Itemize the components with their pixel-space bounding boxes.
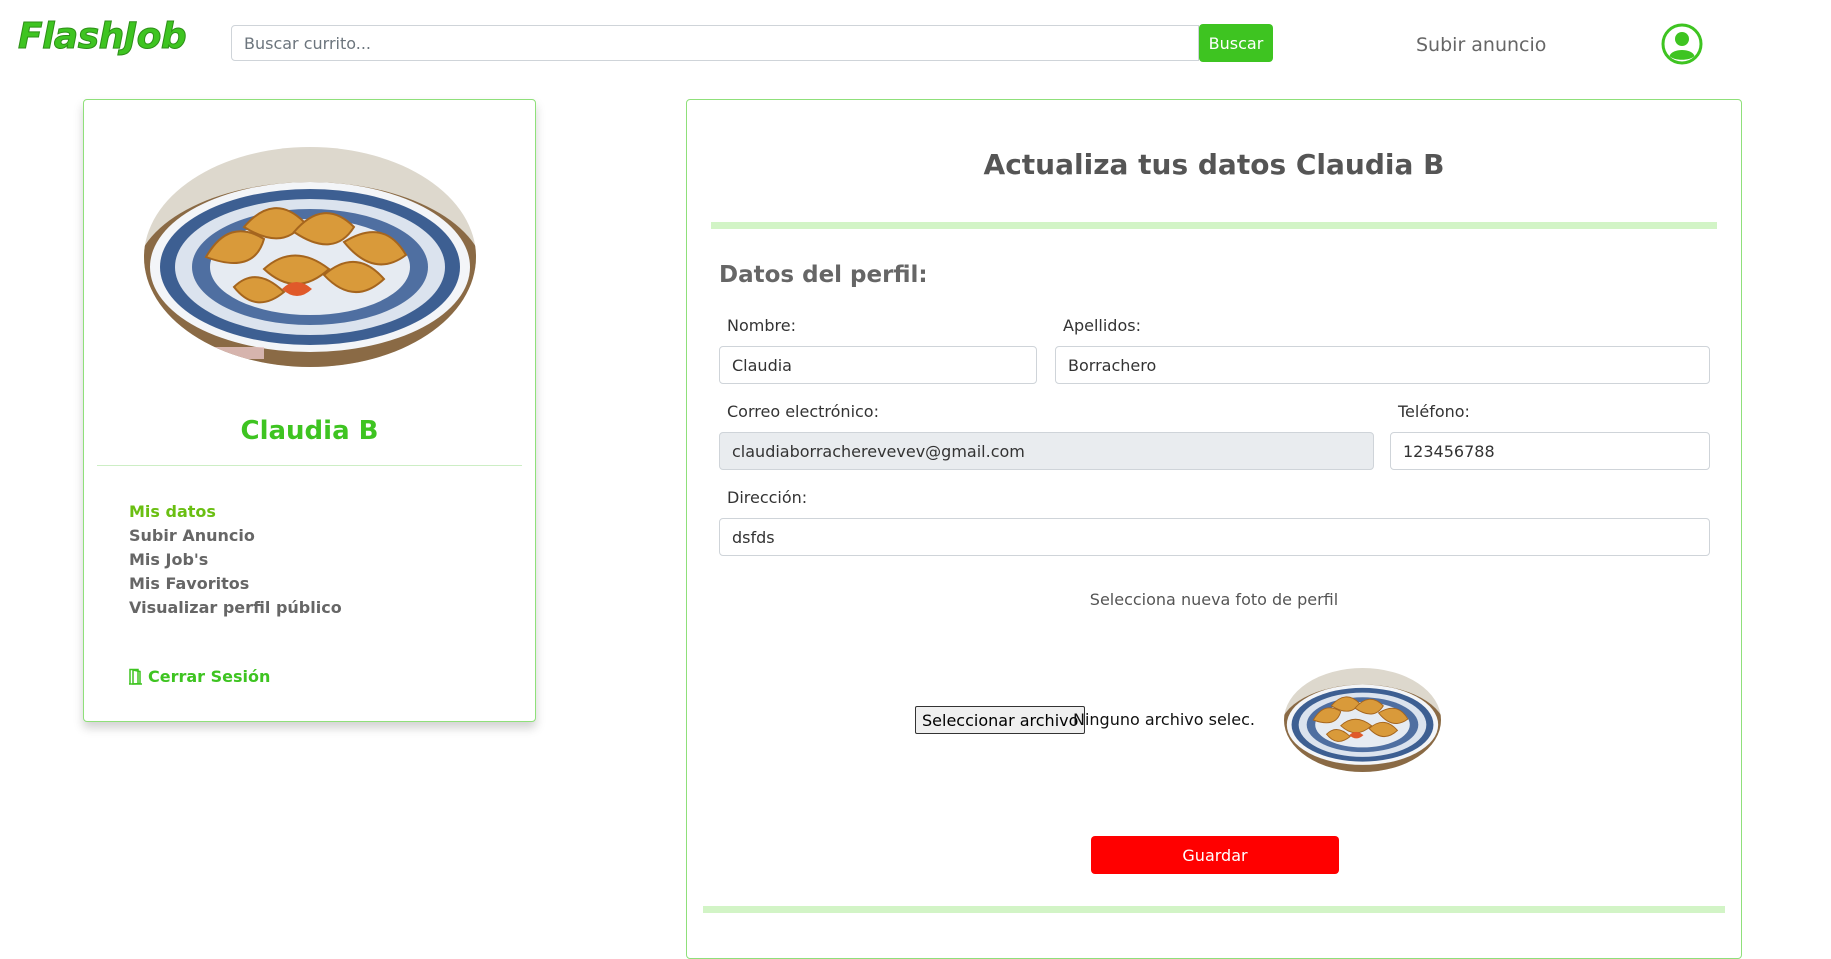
menu-item-mis-jobs[interactable]: Mis Job's: [129, 548, 342, 572]
nombre-label: Nombre:: [727, 316, 796, 335]
file-status: Ninguno archivo selec.: [1073, 710, 1255, 729]
profile-divider: [97, 465, 522, 466]
direccion-label: Dirección:: [727, 488, 808, 507]
search-button[interactable]: Buscar: [1199, 24, 1273, 62]
search-input[interactable]: [231, 25, 1199, 61]
profile-card: Claudia B Mis datos Subir Anuncio Mis Jo…: [83, 99, 536, 722]
update-form-card: Actualiza tus datos Claudia B Datos del …: [686, 99, 1742, 959]
menu-item-mis-datos[interactable]: Mis datos: [129, 500, 342, 524]
top-divider-band: [711, 222, 1717, 229]
logout-label: Cerrar Sesión: [148, 667, 271, 686]
photo-caption: Selecciona nueva foto de perfil: [1089, 590, 1339, 609]
apellidos-input[interactable]: [1055, 346, 1710, 384]
bottom-divider-band: [703, 906, 1725, 913]
select-file-button[interactable]: Seleccionar archivo: [915, 706, 1086, 734]
profile-photo: [144, 147, 476, 367]
profile-photo-preview: [1284, 668, 1441, 772]
nombre-input[interactable]: [719, 346, 1037, 384]
email-field: [719, 432, 1374, 470]
form-title: Actualiza tus datos Claudia B: [983, 148, 1445, 181]
empanadas-plate-photo: [1284, 668, 1441, 772]
search-bar: Buscar: [231, 24, 1273, 62]
door-icon: [129, 668, 142, 685]
correo-label: Correo electrónico:: [727, 402, 879, 421]
apellidos-label: Apellidos:: [1063, 316, 1141, 335]
menu-item-perfil-publico[interactable]: Visualizar perfil público: [129, 596, 342, 620]
profile-menu: Mis datos Subir Anuncio Mis Job's Mis Fa…: [129, 500, 342, 620]
flashjob-logo[interactable]: FlashJob: [17, 16, 187, 58]
telefono-input[interactable]: [1390, 432, 1710, 470]
upload-ad-link[interactable]: Subir anuncio: [1416, 34, 1546, 56]
menu-item-subir-anuncio[interactable]: Subir Anuncio: [129, 524, 342, 548]
user-circle-icon[interactable]: [1661, 23, 1703, 65]
menu-item-mis-favoritos[interactable]: Mis Favoritos: [129, 572, 342, 596]
direccion-input[interactable]: [719, 518, 1710, 556]
section-title: Datos del perfil:: [719, 262, 928, 288]
logout-link[interactable]: Cerrar Sesión: [129, 667, 270, 686]
telefono-label: Teléfono:: [1398, 402, 1470, 421]
empanadas-plate-photo: [144, 147, 476, 367]
save-button[interactable]: Guardar: [1091, 836, 1339, 874]
profile-name: Claudia B: [240, 416, 379, 446]
